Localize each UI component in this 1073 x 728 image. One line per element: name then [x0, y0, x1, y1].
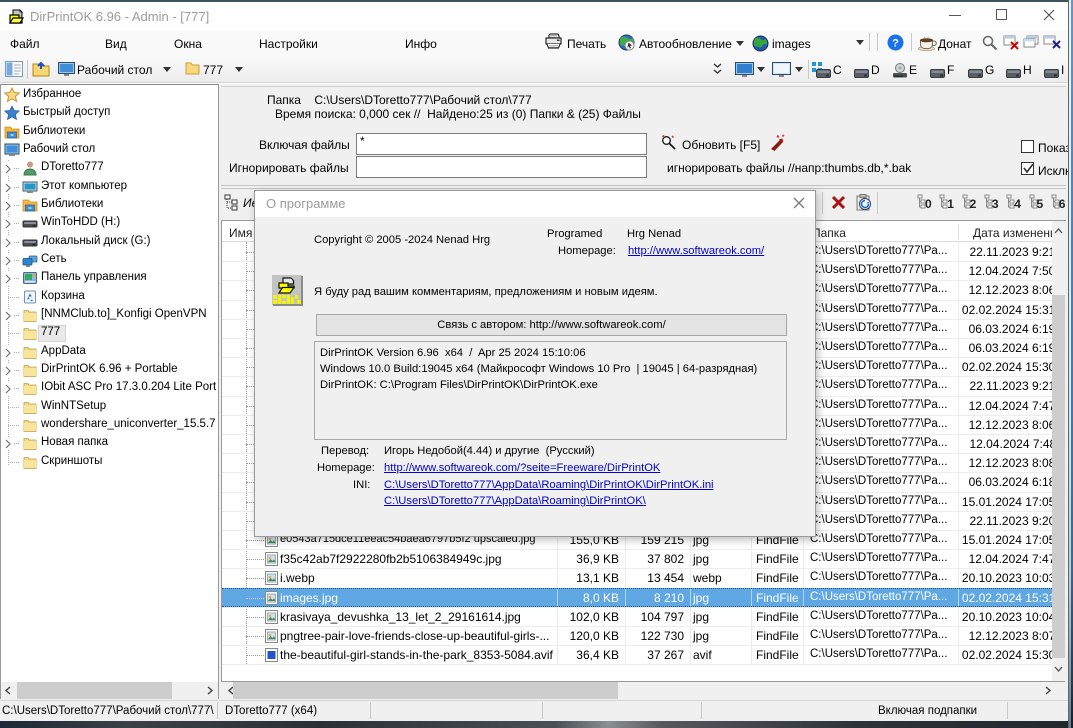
svg-text:*: *	[777, 135, 780, 142]
svg-text:*: *	[782, 135, 785, 141]
svg-text:*: *	[672, 136, 675, 142]
svg-text:?: ?	[892, 38, 899, 50]
